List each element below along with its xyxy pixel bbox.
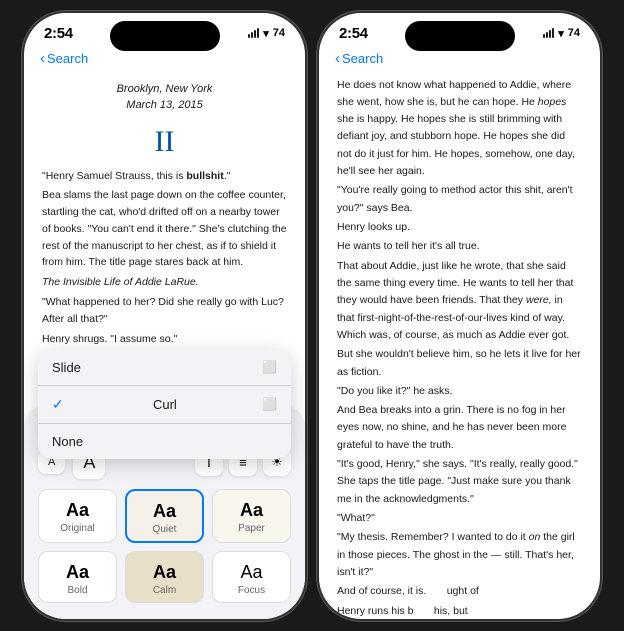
- theme-original-aa: Aa: [45, 500, 110, 521]
- wifi-icon: ▾: [263, 27, 269, 40]
- para-4: "What happened to her? Did she really go…: [42, 294, 287, 328]
- theme-focus-name: Focus: [219, 585, 284, 596]
- theme-calm-aa: Aa: [132, 562, 197, 583]
- back-label-left: Search: [47, 51, 88, 66]
- none-label: None: [52, 434, 83, 449]
- time-right: 2:54: [339, 25, 368, 42]
- theme-paper-aa: Aa: [219, 500, 284, 521]
- book-location-line1: Brooklyn, New York: [42, 81, 287, 98]
- battery-icon: 74: [273, 27, 285, 39]
- right-phone: 2:54 ▾ 74 ‹ Search He does not: [317, 11, 602, 621]
- chevron-icon-right: ‹: [335, 50, 340, 67]
- themes-grid: Aa Original Aa Quiet Aa Paper Aa Bold Aa: [38, 489, 291, 603]
- dynamic-island-left: [110, 21, 220, 51]
- book-header: Brooklyn, New York March 13, 2015: [42, 73, 287, 120]
- r-para-8: And Bea breaks into a grin. There is no …: [337, 402, 582, 454]
- theme-original[interactable]: Aa Original: [38, 489, 117, 543]
- signal-icon: [248, 28, 259, 38]
- theme-calm-name: Calm: [132, 585, 197, 596]
- r-para-12: And of course, it is. ught of: [337, 583, 582, 600]
- theme-bold-name: Bold: [45, 585, 110, 596]
- theme-focus[interactable]: Aa Focus: [212, 551, 291, 603]
- theme-quiet-name: Quiet: [133, 524, 196, 535]
- r-para-13: Henry runs his b his, but: [337, 603, 582, 620]
- curl-checkmark: ✓: [52, 396, 64, 413]
- book-location-line2: March 13, 2015: [42, 97, 287, 114]
- theme-quiet[interactable]: Aa Quiet: [125, 489, 204, 543]
- status-icons-right: ▾ 74: [543, 27, 580, 40]
- back-button-right[interactable]: ‹ Search: [335, 50, 383, 67]
- time-left: 2:54: [44, 25, 73, 42]
- r-para-1: He does not know what happened to Addie,…: [337, 77, 582, 181]
- r-para-7: "Do you like it?" he asks.: [337, 383, 582, 400]
- curl-icon: ⬜: [262, 397, 277, 411]
- r-para-5: That about Addie, just like he wrote, th…: [337, 258, 582, 345]
- theme-quiet-aa: Aa: [133, 501, 196, 522]
- theme-paper-name: Paper: [219, 523, 284, 534]
- battery-right: 74: [568, 27, 580, 39]
- theme-paper[interactable]: Aa Paper: [212, 489, 291, 543]
- transition-none[interactable]: None: [38, 424, 291, 459]
- status-icons-left: ▾ 74: [248, 27, 285, 40]
- para-1: "Henry Samuel Strauss, this is bullshit.…: [42, 168, 287, 185]
- transition-slide[interactable]: Slide ⬜: [38, 350, 291, 386]
- theme-calm[interactable]: Aa Calm: [125, 551, 204, 603]
- book-content-right: He does not know what happened to Addie,…: [319, 73, 600, 621]
- slide-icon: ⬜: [262, 360, 277, 374]
- r-para-4: He wants to tell her it's all true.: [337, 238, 582, 255]
- chapter-number: II: [42, 124, 287, 160]
- theme-bold-aa: Aa: [45, 562, 110, 583]
- para-2: Bea slams the last page down on the coff…: [42, 187, 287, 271]
- r-para-2: "You're really going to method actor thi…: [337, 182, 582, 217]
- left-phone: 2:54 ▾ 74 ‹ Search Br: [22, 11, 307, 621]
- transition-curl[interactable]: ✓ Curl ⬜: [38, 386, 291, 424]
- slide-label: Slide: [52, 360, 81, 375]
- theme-bold[interactable]: Aa Bold: [38, 551, 117, 603]
- back-label-right: Search: [342, 51, 383, 66]
- signal-icon-right: [543, 28, 554, 38]
- dynamic-island-right: [405, 21, 515, 51]
- r-para-9: "It's good, Henry," she says. "It's real…: [337, 456, 582, 508]
- chevron-icon: ‹: [40, 50, 45, 67]
- transition-panel: Slide ⬜ ✓ Curl ⬜ None: [38, 350, 291, 459]
- theme-focus-aa: Aa: [219, 562, 284, 583]
- r-para-10: "What?": [337, 510, 582, 527]
- para-5: Henry shrugs. "I assume so.": [42, 331, 287, 348]
- para-3: The Invisible Life of Addie LaRue.: [42, 274, 287, 291]
- r-para-6: But she wouldn't believe him, so he lets…: [337, 346, 582, 381]
- r-para-3: Henry looks up.: [337, 219, 582, 236]
- curl-label: Curl: [153, 397, 177, 412]
- theme-original-name: Original: [45, 523, 110, 534]
- wifi-icon-right: ▾: [558, 27, 564, 40]
- back-button-left[interactable]: ‹ Search: [40, 50, 88, 67]
- r-para-11: "My thesis. Remember? I wanted to do it …: [337, 529, 582, 581]
